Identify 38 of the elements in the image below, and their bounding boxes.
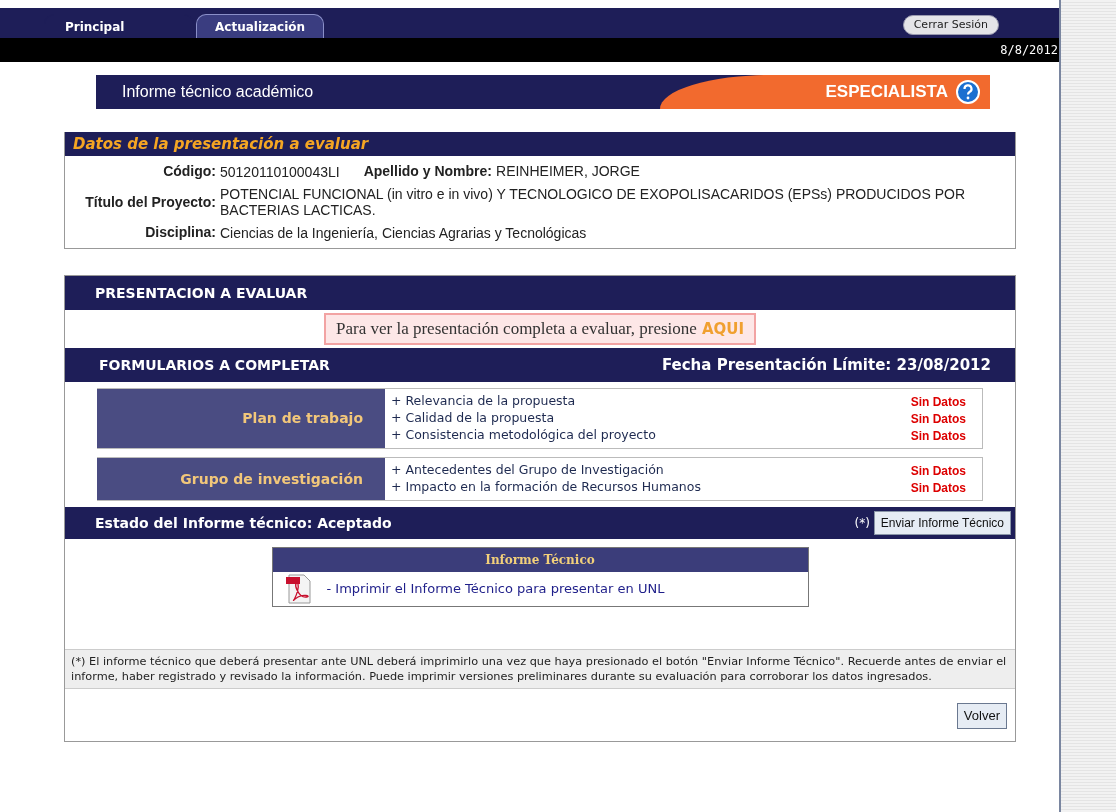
field-label: Disciplina: [144,223,217,242]
footnote-text: (*) El informe técnico que deberá presentar ante UNL deberá imprimirlo una vez que haya presionado el botón "Enviar Informe Técnico". Recuerde antes de enviar el informe, haber registrado y revisado la información. Puede imprimir versiones preliminares durante su evaluación para corroborar los datos ingresados. [71,654,1008,684]
logout-button[interactable]: Cerrar Sesión [902,15,999,35]
form-link[interactable]: + Consistencia metodológica del proyecto [391,426,656,445]
date-text: 8/8/2012 [1000,42,1058,59]
report-header-text: Informe Técnico [485,552,595,569]
field-label: Código: [162,162,217,181]
field-value: Ciencias de la Ingeniería, Ciencias Agrarias y Tecnológicas [220,224,587,241]
status-text: Sin Datos [910,427,966,445]
field-label: Título del Proyecto: [84,192,217,212]
form-link[interactable]: + Impacto en la formación de Recursos Humanos [391,478,701,497]
status-title: Estado del Informe técnico: Aceptado [95,513,392,533]
group-label: Plan de trabajo [97,389,385,448]
form-link[interactable]: + Calidad de la propuesta [391,409,555,428]
send-report-button[interactable]: Enviar Informe Técnico [873,511,1011,535]
datos-title: Datos de la presentación a evaluar [73,133,369,155]
field-value: 50120110100043LI [220,163,340,180]
back-button[interactable]: Volver [956,703,1007,729]
field-value: POTENCIAL FUNCIONAL (in vitro e in vivo) Y TECNOLOGICO DE EXOPOLISACARIDOS (EPSs) PRODUCIDOS POR BACTERIAS LACTICAS. [220,186,966,218]
status-text: Sin Datos [910,462,966,480]
banner-title: Informe técnico académico [122,82,314,102]
print-report-link[interactable]: - Imprimir el Informe Técnico para presentar en UNL [326,579,665,599]
form-link[interactable]: + Antecedentes del Grupo de Investigación [391,461,664,480]
status-text: Sin Datos [910,479,966,497]
status-text: Sin Datos [910,410,966,428]
pdf-icon [284,574,313,604]
status-text: Sin Datos [910,393,966,411]
field-value: REINHEIMER, JORGE [496,162,640,181]
deadline-text: Fecha Presentación Límite: 23/08/2012 [661,354,991,376]
field-label: Apellido y Nombre: [363,162,493,181]
tab[interactable]: Actualización [196,14,325,38]
form-link[interactable]: + Relevancia de la propuesta [391,392,576,411]
role-label: ESPECIALISTA [825,81,948,104]
section-title: FORMULARIOS A COMPLETAR [99,355,330,375]
footnote-mark: (*) [854,515,870,532]
section-title: PRESENTACION A EVALUAR [95,283,308,303]
group-label: Grupo de investigación [97,458,385,500]
notice-text: Para ver la presentación completa a evaluar, presione [336,318,697,341]
